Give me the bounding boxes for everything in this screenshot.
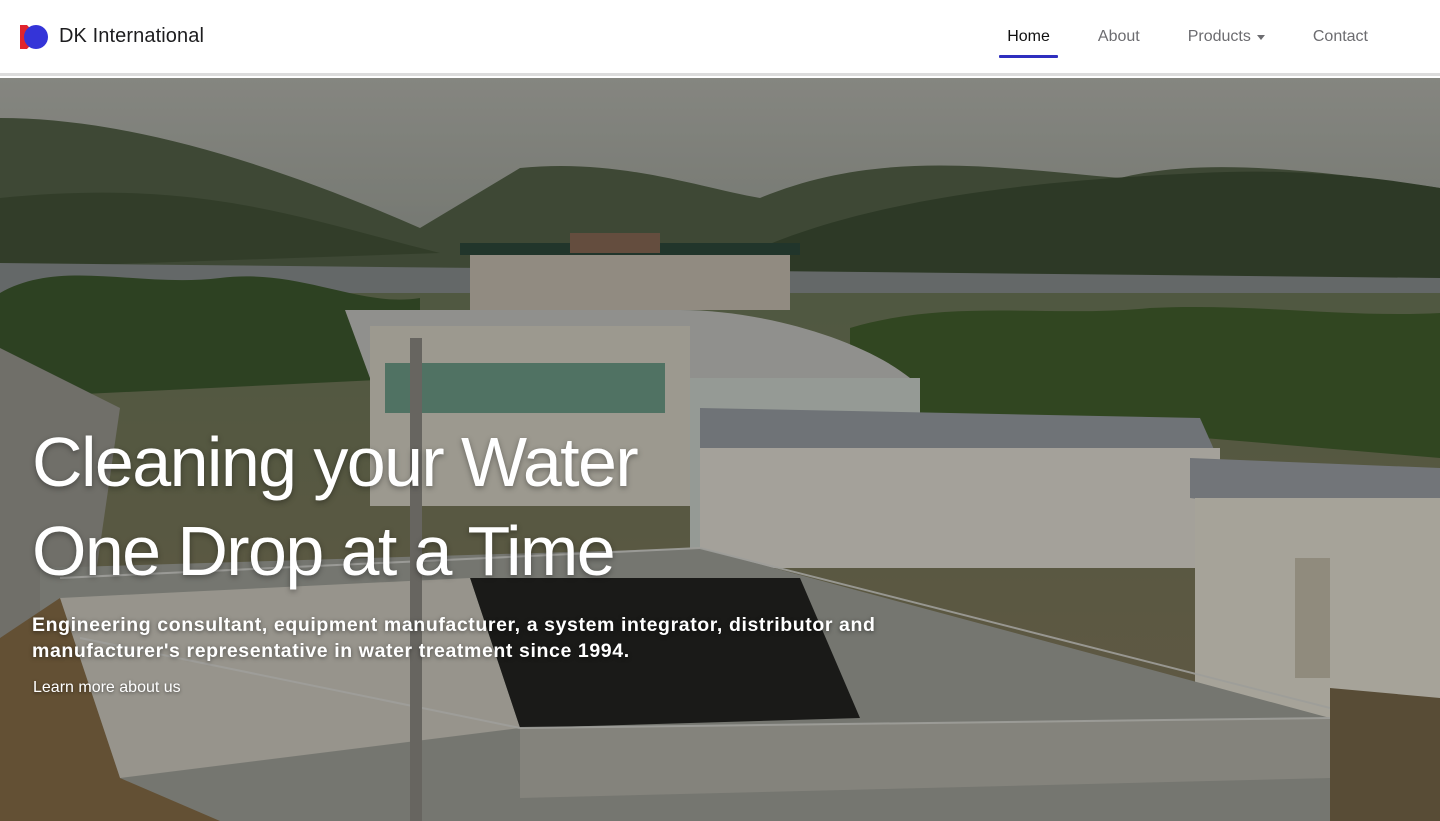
nav-products-dropdown[interactable]: Products bbox=[1164, 0, 1289, 75]
nav-contact[interactable]: Contact bbox=[1289, 0, 1392, 75]
nav-home-label: Home bbox=[1007, 27, 1050, 45]
top-navbar: DK International Home About Products Con… bbox=[0, 0, 1440, 76]
hero-title-line-1: Cleaning your Water bbox=[32, 423, 639, 501]
caret-down-icon bbox=[1256, 34, 1265, 40]
hero-section: Cleaning your Water One Drop at a Time E… bbox=[0, 78, 1440, 821]
brand-name: DK International bbox=[59, 25, 205, 47]
main-nav: Home About Products Contact bbox=[983, 0, 1392, 75]
hero-title: Cleaning your Water One Drop at a Time bbox=[32, 418, 932, 596]
dk-logo-icon bbox=[20, 24, 48, 49]
brand-link[interactable]: DK International bbox=[20, 22, 204, 52]
learn-more-link[interactable]: Learn more about us bbox=[33, 679, 181, 697]
nav-products-label: Products bbox=[1187, 27, 1251, 45]
hero-subtitle: Engineering consultant, equipment manufa… bbox=[32, 614, 876, 662]
nav-about-label: About bbox=[1097, 27, 1140, 45]
nav-contact-label: Contact bbox=[1312, 27, 1368, 45]
hero-content: Cleaning your Water One Drop at a Time E… bbox=[32, 418, 932, 697]
nav-home[interactable]: Home bbox=[983, 0, 1074, 75]
hero-title-line-2: One Drop at a Time bbox=[32, 512, 616, 590]
nav-about[interactable]: About bbox=[1074, 0, 1164, 75]
